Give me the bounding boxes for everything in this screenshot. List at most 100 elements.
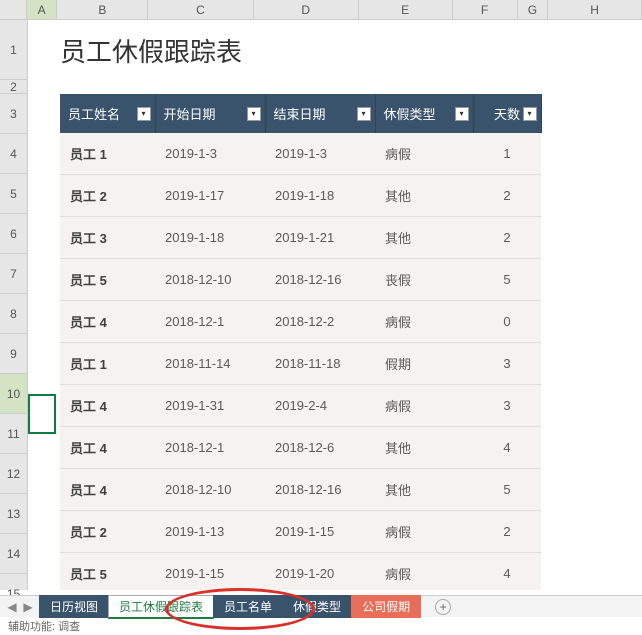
filter-icon[interactable]: ▾: [247, 107, 261, 121]
col-header-h[interactable]: H: [548, 0, 642, 19]
table-row[interactable]: 员工 42018-12-12018-12-6其他4: [60, 427, 541, 469]
cell-end[interactable]: 2018-12-6: [265, 427, 375, 469]
tab-nav-next-icon[interactable]: ▶: [22, 600, 34, 614]
cell-days[interactable]: 2: [473, 175, 541, 217]
col-header-e[interactable]: E: [359, 0, 453, 19]
cell-type[interactable]: 病假: [375, 511, 473, 553]
table-row[interactable]: 员工 32019-1-182019-1-21其他2: [60, 217, 541, 259]
th-days[interactable]: 天数▾: [473, 94, 541, 133]
table-row[interactable]: 员工 22019-1-132019-1-15病假2: [60, 511, 541, 553]
cell-type[interactable]: 病假: [375, 553, 473, 591]
row-header-8[interactable]: 8: [0, 294, 27, 334]
cell-employee[interactable]: 员工 3: [60, 217, 155, 259]
filter-icon[interactable]: ▾: [523, 107, 537, 121]
row-header-7[interactable]: 7: [0, 254, 27, 294]
spreadsheet-grid[interactable]: 员工休假跟踪表 员工姓名▾ 开始日期▾ 结束日期▾ 休假类型▾ 天数▾ 员工 1…: [28, 20, 642, 590]
row-header-9[interactable]: 9: [0, 334, 27, 374]
cell-start[interactable]: 2018-12-1: [155, 427, 265, 469]
table-row[interactable]: 员工 52019-1-152019-1-20病假4: [60, 553, 541, 591]
tab-nav-prev-icon[interactable]: ◀: [6, 600, 18, 614]
th-employee[interactable]: 员工姓名▾: [60, 94, 155, 133]
cell-end[interactable]: 2018-12-16: [265, 259, 375, 301]
cell-type[interactable]: 病假: [375, 301, 473, 343]
cell-type[interactable]: 丧假: [375, 259, 473, 301]
cell-start[interactable]: 2019-1-17: [155, 175, 265, 217]
cell-end[interactable]: 2019-1-20: [265, 553, 375, 591]
cell-start[interactable]: 2019-1-3: [155, 133, 265, 175]
cell-start[interactable]: 2018-12-10: [155, 259, 265, 301]
table-row[interactable]: 员工 22019-1-172019-1-18其他2: [60, 175, 541, 217]
cell-type[interactable]: 病假: [375, 133, 473, 175]
col-header-b[interactable]: B: [57, 0, 148, 19]
table-row[interactable]: 员工 42019-1-312019-2-4病假3: [60, 385, 541, 427]
row-header-2[interactable]: 2: [0, 80, 27, 94]
cell-days[interactable]: 3: [473, 385, 541, 427]
filter-icon[interactable]: ▾: [357, 107, 371, 121]
row-header-13[interactable]: 13: [0, 494, 27, 534]
cell-type[interactable]: 假期: [375, 343, 473, 385]
select-all-corner[interactable]: [0, 0, 27, 19]
cell-end[interactable]: 2019-1-15: [265, 511, 375, 553]
row-header-4[interactable]: 4: [0, 134, 27, 174]
table-row[interactable]: 员工 12018-11-142018-11-18假期3: [60, 343, 541, 385]
cell-employee[interactable]: 员工 1: [60, 133, 155, 175]
cell-days[interactable]: 2: [473, 511, 541, 553]
cell-end[interactable]: 2019-1-18: [265, 175, 375, 217]
cell-days[interactable]: 4: [473, 427, 541, 469]
row-header-5[interactable]: 5: [0, 174, 27, 214]
row-header-10[interactable]: 10: [0, 374, 27, 414]
filter-icon[interactable]: ▾: [455, 107, 469, 121]
cell-end[interactable]: 2019-1-21: [265, 217, 375, 259]
cell-end[interactable]: 2018-12-2: [265, 301, 375, 343]
tab-types[interactable]: 休假类型: [282, 595, 352, 618]
col-header-a[interactable]: A: [27, 0, 58, 19]
cell-start[interactable]: 2018-12-1: [155, 301, 265, 343]
cell-employee[interactable]: 员工 5: [60, 553, 155, 591]
col-header-d[interactable]: D: [254, 0, 359, 19]
cell-days[interactable]: 3: [473, 343, 541, 385]
cell-type[interactable]: 其他: [375, 217, 473, 259]
tab-holidays[interactable]: 公司假期: [351, 595, 421, 618]
cell-days[interactable]: 4: [473, 553, 541, 591]
cell-employee[interactable]: 员工 4: [60, 301, 155, 343]
cell-days[interactable]: 5: [473, 259, 541, 301]
th-type[interactable]: 休假类型▾: [375, 94, 473, 133]
row-header-12[interactable]: 12: [0, 454, 27, 494]
cell-start[interactable]: 2019-1-31: [155, 385, 265, 427]
tab-tracking[interactable]: 员工休假跟踪表: [108, 595, 214, 619]
cell-days[interactable]: 0: [473, 301, 541, 343]
cell-start[interactable]: 2018-12-10: [155, 469, 265, 511]
cell-days[interactable]: 5: [473, 469, 541, 511]
cell-end[interactable]: 2018-12-16: [265, 469, 375, 511]
cell-type[interactable]: 其他: [375, 175, 473, 217]
table-row[interactable]: 员工 12019-1-32019-1-3病假1: [60, 133, 541, 175]
table-row[interactable]: 员工 52018-12-102018-12-16丧假5: [60, 259, 541, 301]
add-sheet-button[interactable]: +: [435, 599, 451, 615]
col-header-c[interactable]: C: [148, 0, 253, 19]
cell-start[interactable]: 2019-1-18: [155, 217, 265, 259]
cell-type[interactable]: 其他: [375, 427, 473, 469]
cell-type[interactable]: 病假: [375, 385, 473, 427]
cell-employee[interactable]: 员工 2: [60, 511, 155, 553]
cell-end[interactable]: 2018-11-18: [265, 343, 375, 385]
tab-roster[interactable]: 员工名单: [213, 595, 283, 618]
th-start[interactable]: 开始日期▾: [155, 94, 265, 133]
cell-start[interactable]: 2019-1-15: [155, 553, 265, 591]
cell-employee[interactable]: 员工 4: [60, 427, 155, 469]
cell-end[interactable]: 2019-2-4: [265, 385, 375, 427]
cell-employee[interactable]: 员工 4: [60, 469, 155, 511]
col-header-g[interactable]: G: [518, 0, 549, 19]
row-header-6[interactable]: 6: [0, 214, 27, 254]
cell-start[interactable]: 2019-1-13: [155, 511, 265, 553]
col-header-f[interactable]: F: [453, 0, 518, 19]
cell-employee[interactable]: 员工 2: [60, 175, 155, 217]
row-header-3[interactable]: 3: [0, 94, 27, 134]
row-header-14[interactable]: 14: [0, 534, 27, 574]
cell-employee[interactable]: 员工 5: [60, 259, 155, 301]
cell-days[interactable]: 1: [473, 133, 541, 175]
row-header-1[interactable]: 1: [0, 20, 27, 80]
cell-type[interactable]: 其他: [375, 469, 473, 511]
filter-icon[interactable]: ▾: [137, 107, 151, 121]
table-row[interactable]: 员工 42018-12-12018-12-2病假0: [60, 301, 541, 343]
cell-employee[interactable]: 员工 4: [60, 385, 155, 427]
